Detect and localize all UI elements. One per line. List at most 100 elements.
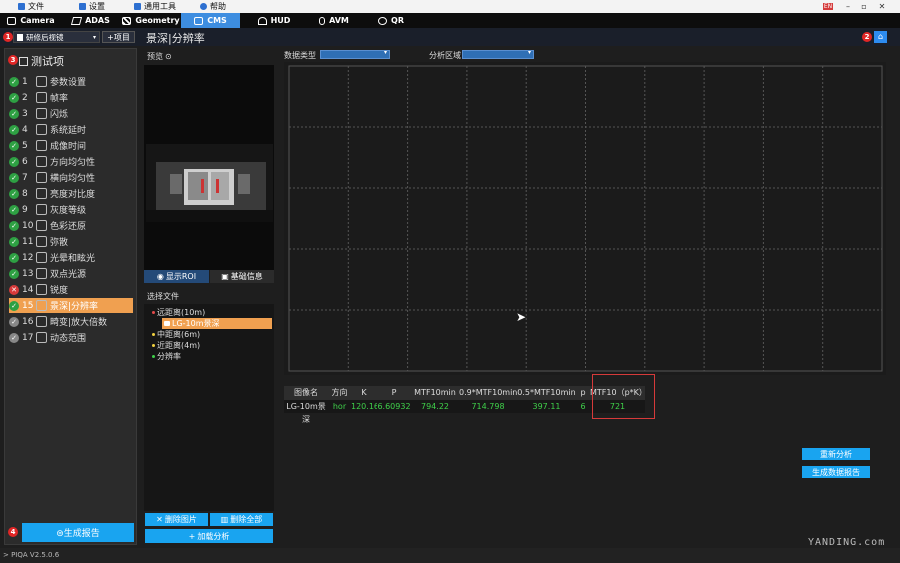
watermark: YANDING.com xyxy=(808,537,886,548)
test-item-number: 11 xyxy=(22,236,34,247)
chevron-down-icon: ▾ xyxy=(527,49,531,56)
tab-geometry[interactable]: Geometry xyxy=(122,13,180,28)
test-item-icon xyxy=(36,188,47,199)
table-cell: 397.11 xyxy=(517,400,576,413)
generate-report-button[interactable]: ⊜生成报告 xyxy=(22,523,134,542)
test-item[interactable]: ✓ 17 动态范围 xyxy=(9,330,133,345)
language-badge[interactable]: EN xyxy=(823,3,833,10)
file-tree-label: 中距离(6m) xyxy=(157,330,201,339)
test-item[interactable]: ✓ 7 横向均匀性 xyxy=(9,170,133,185)
check-icon: ✓ xyxy=(9,300,19,311)
tab-camera[interactable]: Camera xyxy=(5,13,57,28)
analysis-region-select[interactable]: ▾ xyxy=(462,49,534,59)
tab-avm[interactable]: AVM xyxy=(306,13,362,28)
table-header-cell: 0.5*MTF10min xyxy=(517,386,576,400)
tab-cms[interactable]: CMS xyxy=(181,13,240,28)
test-item-number: 5 xyxy=(22,140,28,151)
table-cell: 120.167 xyxy=(351,400,385,413)
test-item[interactable]: ✓ 2 帧率 xyxy=(9,90,133,105)
table-header-cell: K xyxy=(351,386,377,400)
test-item-number: 1 xyxy=(22,76,28,87)
test-item-label: 系统延时 xyxy=(50,126,87,136)
add-item-button[interactable]: +项目 xyxy=(102,31,135,43)
test-item[interactable]: ✓ 11 弥散 xyxy=(9,234,133,249)
check-icon: ✓ xyxy=(9,172,19,183)
check-icon: ✓ xyxy=(9,124,19,135)
bullet-icon xyxy=(152,344,155,347)
plus-icon: + xyxy=(188,531,196,541)
menu-file[interactable]: 文件 xyxy=(18,1,44,12)
test-item-label: 成像时间 xyxy=(50,142,87,152)
table-header-cell: P xyxy=(377,386,411,400)
basic-info-button[interactable]: ▣ 基础信息 xyxy=(210,270,274,283)
tab-hud[interactable]: HUD xyxy=(244,13,304,28)
test-item-icon xyxy=(36,252,47,263)
test-item[interactable]: ✓ 12 光晕和眩光 xyxy=(9,250,133,265)
test-item[interactable]: ✓ 6 方向均匀性 xyxy=(9,154,133,169)
delete-all-button[interactable]: ▥ 删除全部 xyxy=(210,513,273,526)
test-item-icon xyxy=(36,156,47,167)
preview-panel: 预览 ⊙ ◉ 显示ROI ▣ 基础信息 选择文件 远距离(10m) LG-10m景深 中距… xyxy=(143,48,274,545)
menu-settings[interactable]: 设置 xyxy=(79,1,105,12)
test-item[interactable]: ✓ 13 双点光源 xyxy=(9,266,133,281)
tab-adas[interactable]: ADAS xyxy=(62,13,120,28)
check-icon: ✓ xyxy=(9,156,19,167)
file-tree-folder[interactable]: 分辨率 xyxy=(152,351,181,362)
camera-icon xyxy=(7,16,17,25)
file-tree: 远距离(10m) LG-10m景深 中距离(6m) 近距离(4m) 分辨率 xyxy=(144,304,274,511)
generate-data-report-button[interactable]: 生成数据报告 xyxy=(802,466,870,478)
test-item[interactable]: ✓ 15 景深|分辨率 xyxy=(9,298,133,313)
status-bar: > PIQA V2.5.0.6 xyxy=(0,548,900,563)
table-cell: 794.22 xyxy=(411,400,459,413)
menu-help[interactable]: 帮助 xyxy=(200,1,226,12)
test-item-icon xyxy=(36,284,47,295)
file-tree-folder[interactable]: 中距离(6m) xyxy=(152,329,200,340)
test-item-label: 锐度 xyxy=(50,286,69,296)
mouse-cursor-icon: ➤ xyxy=(516,310,527,324)
test-item[interactable]: ✓ 1 参数设置 xyxy=(9,74,133,89)
chart-canvas xyxy=(288,65,883,372)
preset-select[interactable]: 研修后视镜 ▾ xyxy=(13,31,100,43)
data-type-select[interactable]: ▾ xyxy=(320,49,390,59)
test-item-label: 景深|分辨率 xyxy=(50,302,99,312)
bullet-icon xyxy=(152,311,155,314)
file-tree-folder[interactable]: 远距离(10m) xyxy=(152,307,205,318)
test-item[interactable]: ✓ 4 系统延时 xyxy=(9,122,133,137)
test-item[interactable]: ✓ 3 闪烁 xyxy=(9,106,133,121)
tab-qr[interactable]: QR xyxy=(365,13,417,28)
test-item[interactable]: ✓ 16 畸变|放大倍数 xyxy=(9,314,133,329)
table-cell: 6 xyxy=(576,400,590,413)
show-roi-button[interactable]: ◉ 显示ROI xyxy=(144,270,209,283)
test-item-number: 7 xyxy=(22,172,28,183)
list-icon xyxy=(19,56,28,66)
tools-icon xyxy=(79,3,86,10)
toolbar: 1 研修后视镜 ▾ +项目 景深|分辨率 2 ⌂ xyxy=(0,28,900,46)
test-item[interactable]: ✓ 10 色彩还原 xyxy=(9,218,133,233)
close-button[interactable]: ✕ xyxy=(876,2,888,11)
test-item-icon xyxy=(36,124,47,135)
table-cell: LG-10m景深 xyxy=(284,400,328,424)
menu-tools[interactable]: 通用工具 xyxy=(134,1,176,12)
test-item-icon xyxy=(36,220,47,231)
test-item-label: 弥散 xyxy=(50,238,69,248)
home-button[interactable]: ⌂ xyxy=(874,31,887,43)
load-analysis-button[interactable]: + 加载分析 xyxy=(145,529,273,543)
file-tree-folder[interactable]: 近距离(4m) xyxy=(152,340,200,351)
preview-icon: ⊙ xyxy=(165,52,172,61)
test-item-number: 9 xyxy=(22,204,28,215)
test-item[interactable]: ✓ 8 亮度对比度 xyxy=(9,186,133,201)
reanalyze-button[interactable]: 重新分析 xyxy=(802,448,870,460)
delete-image-button[interactable]: ✕ 删除图片 xyxy=(145,513,208,526)
maximize-button[interactable]: ▫ xyxy=(858,2,870,11)
file-tree-file[interactable]: LG-10m景深 xyxy=(162,318,272,329)
test-item[interactable]: ✕ 14 锐度 xyxy=(9,282,133,297)
mtf-chart xyxy=(284,62,886,375)
test-item-number: 8 xyxy=(22,188,28,199)
select-file-label: 选择文件 xyxy=(147,292,179,301)
avm-icon xyxy=(319,16,326,25)
table-cell: 6.60932 xyxy=(377,400,411,413)
test-item[interactable]: ✓ 5 成像时间 xyxy=(9,138,133,153)
preview-thumbnail[interactable] xyxy=(146,144,273,222)
minimize-button[interactable]: – xyxy=(842,2,854,11)
test-item[interactable]: ✓ 9 灰度等级 xyxy=(9,202,133,217)
